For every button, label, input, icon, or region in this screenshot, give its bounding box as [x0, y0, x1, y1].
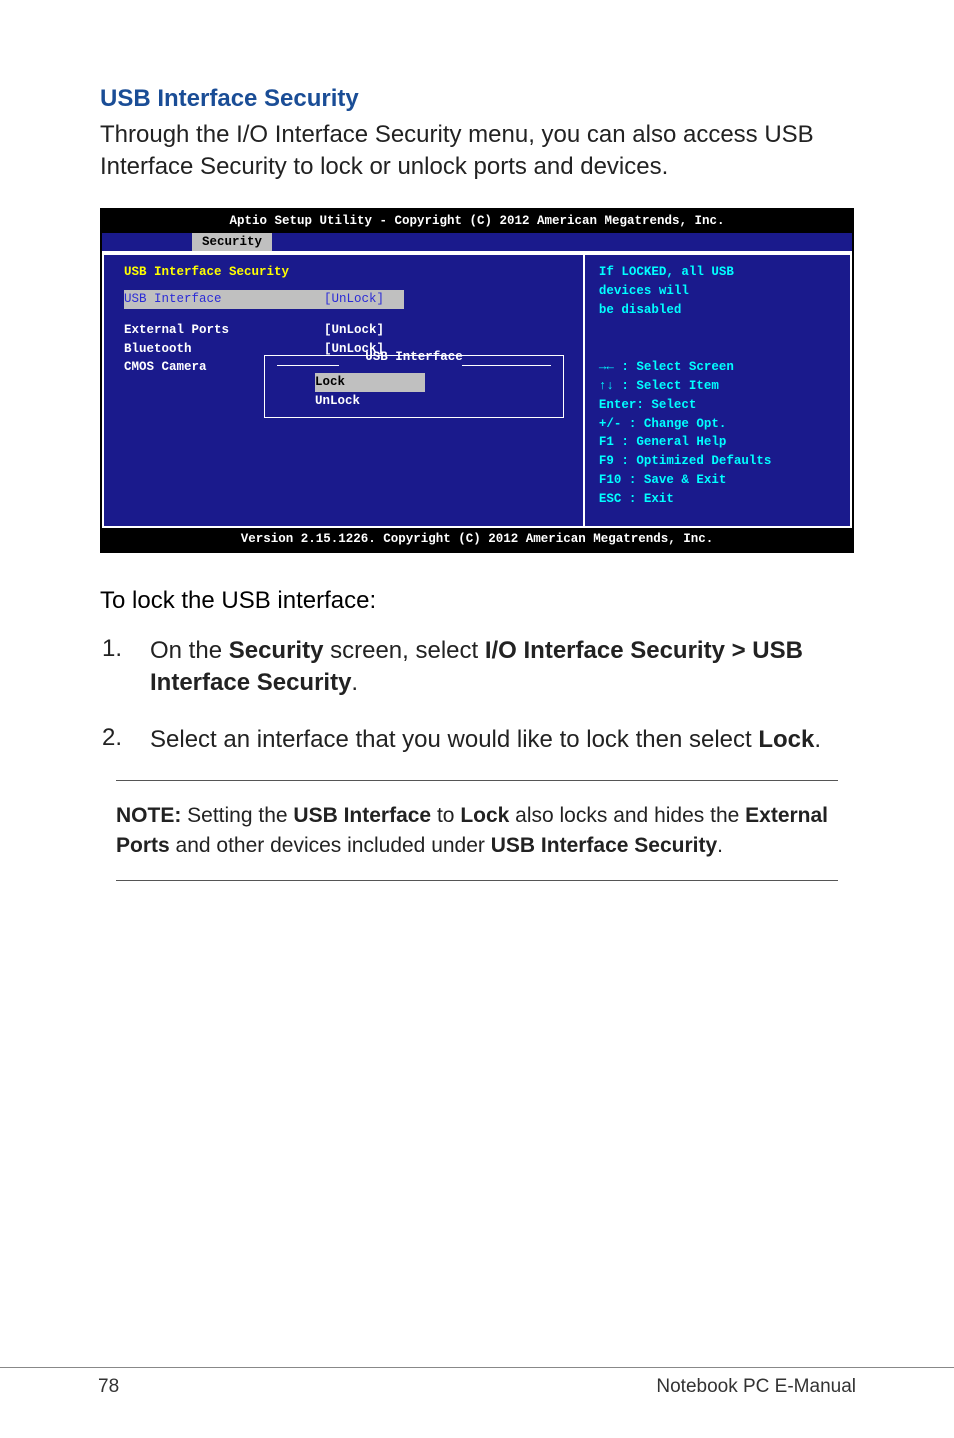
desc-line1: If LOCKED, all USB	[599, 263, 836, 282]
bios-screenshot: Aptio Setup Utility - Copyright (C) 2012…	[100, 208, 854, 553]
t: Select an interface that you would like …	[150, 726, 758, 753]
help-select-item: ↑↓ : Select Item	[599, 377, 836, 396]
section-intro: Through the I/O Interface Security menu,…	[100, 119, 854, 184]
page-footer: 78 Notebook PC E-Manual	[0, 1367, 954, 1398]
list-text-1: On the Security screen, select I/O Inter…	[150, 635, 854, 700]
bios-top-bar: Aptio Setup Utility - Copyright (C) 2012…	[102, 210, 852, 233]
t: to	[431, 804, 460, 827]
list-item-1: 1. On the Security screen, select I/O In…	[102, 635, 854, 700]
t: Lock	[758, 726, 814, 753]
row-usb-interface-value: [UnLock]	[324, 290, 384, 309]
bios-body: USB Interface Security USB Interface [Un…	[102, 251, 852, 528]
t: screen, select	[323, 637, 484, 664]
help-optimized-defaults: F9 : Optimized Defaults	[599, 452, 836, 471]
desc-line2: devices will	[599, 282, 836, 301]
section-heading: USB Interface Security	[100, 85, 854, 113]
bios-left-panel: USB Interface Security USB Interface [Un…	[102, 253, 583, 528]
list-text-2: Select an interface that you would like …	[150, 724, 821, 756]
page-number: 78	[98, 1376, 119, 1398]
list-number-2: 2.	[102, 724, 128, 752]
t: Lock	[460, 804, 509, 827]
list-number-1: 1.	[102, 635, 128, 663]
desc-line3: be disabled	[599, 301, 836, 320]
row-external-ports-value: [UnLock]	[324, 321, 384, 340]
note-box: NOTE: Setting the USB Interface to Lock …	[116, 780, 838, 881]
t: Setting the	[181, 804, 293, 827]
left-panel-title: USB Interface Security	[124, 263, 563, 282]
bios-dialog-title: USB Interface	[265, 348, 563, 367]
help-change-opt: +/- : Change Opt.	[599, 415, 836, 434]
bios-key-help: →← : Select Screen ↑↓ : Select Item Ente…	[599, 358, 836, 518]
help-select-screen: →← : Select Screen	[599, 358, 836, 377]
bios-bottom-bar: Version 2.15.1226. Copyright (C) 2012 Am…	[102, 528, 852, 551]
t: also locks and hides the	[509, 804, 745, 827]
dialog-option-unlock[interactable]: UnLock	[265, 392, 563, 411]
help-general-help: F1 : General Help	[599, 433, 836, 452]
row-external-ports-label: External Ports	[124, 321, 324, 340]
t: USB Interface Security	[491, 834, 717, 857]
bios-dialog: USB Interface Lock UnLock	[264, 355, 564, 417]
list-item-2: 2. Select an interface that you would li…	[102, 724, 854, 756]
t: .	[717, 834, 723, 857]
row-usb-interface-label: USB Interface	[124, 290, 324, 309]
bios-right-panel: If LOCKED, all USB devices will be disab…	[583, 253, 852, 528]
t: On the	[150, 637, 229, 664]
manual-title: Notebook PC E-Manual	[656, 1376, 856, 1398]
note-label: NOTE:	[116, 804, 181, 827]
help-exit: ESC : Exit	[599, 490, 836, 509]
dialog-option-lock[interactable]: Lock	[315, 373, 425, 392]
help-save-exit: F10 : Save & Exit	[599, 471, 836, 490]
t: and other devices included under	[170, 834, 491, 857]
bios-tabs: Security	[102, 233, 852, 252]
bios-help-description: If LOCKED, all USB devices will be disab…	[599, 263, 836, 319]
t: .	[814, 726, 821, 753]
t: Security	[229, 637, 324, 664]
t: USB Interface	[293, 804, 431, 827]
sub-heading-lock: To lock the USB interface:	[100, 587, 854, 615]
bios-tab-security[interactable]: Security	[192, 233, 272, 252]
help-enter-select: Enter: Select	[599, 396, 836, 415]
t: .	[351, 669, 358, 696]
